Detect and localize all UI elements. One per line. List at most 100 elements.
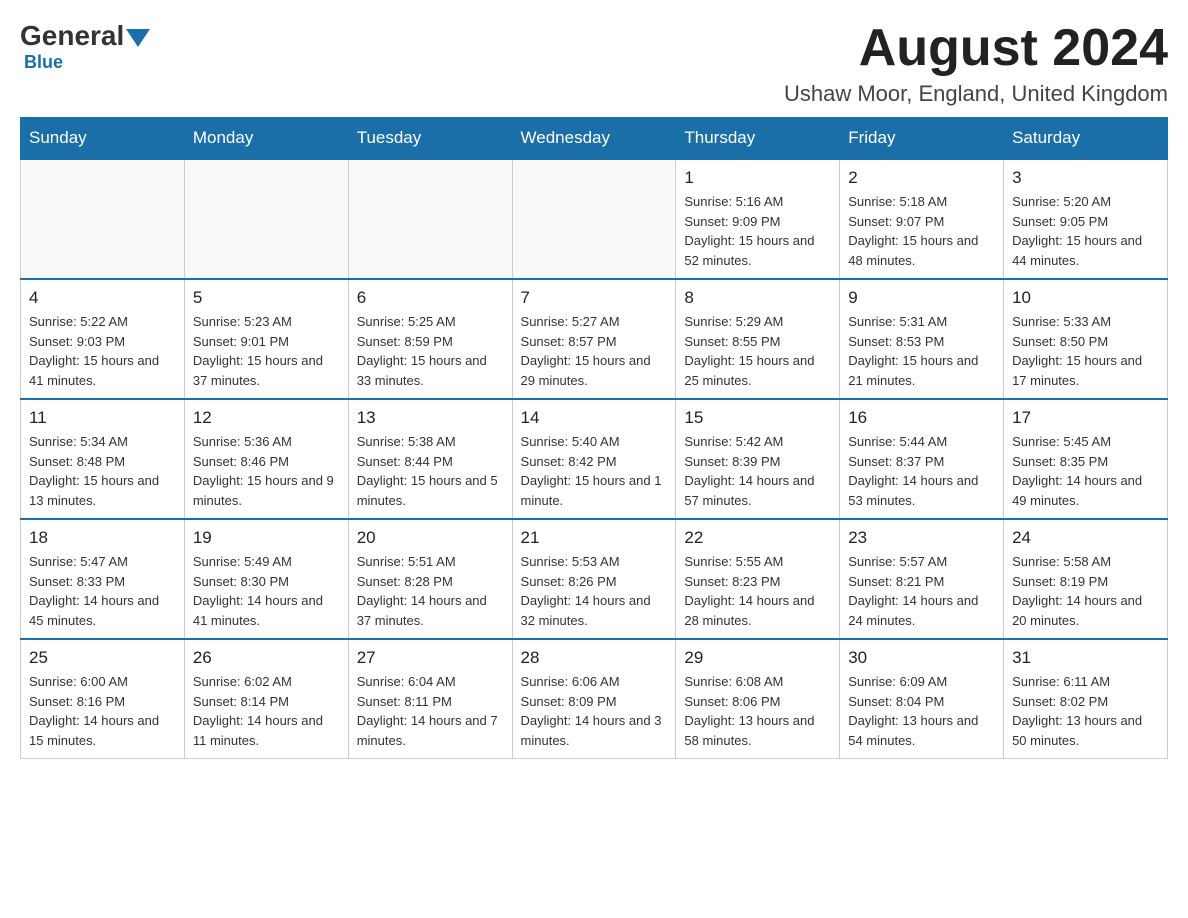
day-number: 8 bbox=[684, 288, 831, 308]
day-info: Sunrise: 5:20 AMSunset: 9:05 PMDaylight:… bbox=[1012, 192, 1159, 270]
day-info: Sunrise: 5:16 AMSunset: 9:09 PMDaylight:… bbox=[684, 192, 831, 270]
header-saturday: Saturday bbox=[1004, 118, 1168, 160]
day-info: Sunrise: 5:49 AMSunset: 8:30 PMDaylight:… bbox=[193, 552, 340, 630]
day-number: 29 bbox=[684, 648, 831, 668]
day-info: Sunrise: 5:33 AMSunset: 8:50 PMDaylight:… bbox=[1012, 312, 1159, 390]
day-info: Sunrise: 6:11 AMSunset: 8:02 PMDaylight:… bbox=[1012, 672, 1159, 750]
day-number: 6 bbox=[357, 288, 504, 308]
day-number: 23 bbox=[848, 528, 995, 548]
calendar-day-cell: 4 Sunrise: 5:22 AMSunset: 9:03 PMDaylight… bbox=[21, 279, 185, 399]
calendar-day-cell: 13Sunrise: 5:38 AMSunset: 8:44 PMDayligh… bbox=[348, 399, 512, 519]
day-number: 20 bbox=[357, 528, 504, 548]
day-info: Sunrise: 6:08 AMSunset: 8:06 PMDaylight:… bbox=[684, 672, 831, 750]
calendar-day-cell: 24Sunrise: 5:58 AMSunset: 8:19 PMDayligh… bbox=[1004, 519, 1168, 639]
calendar-day-cell: 2 Sunrise: 5:18 AMSunset: 9:07 PMDaylight… bbox=[840, 159, 1004, 279]
day-info: Sunrise: 5:58 AMSunset: 8:19 PMDaylight:… bbox=[1012, 552, 1159, 630]
calendar-day-cell: 19 Sunrise: 5:49 AMSunset: 8:30 PMDayligh… bbox=[184, 519, 348, 639]
day-number: 17 bbox=[1012, 408, 1159, 428]
header-friday: Friday bbox=[840, 118, 1004, 160]
calendar-day-cell: 5 Sunrise: 5:23 AMSunset: 9:01 PMDaylight… bbox=[184, 279, 348, 399]
day-info: Sunrise: 5:53 AMSunset: 8:26 PMDaylight:… bbox=[521, 552, 668, 630]
calendar-day-cell: 21 Sunrise: 5:53 AMSunset: 8:26 PMDayligh… bbox=[512, 519, 676, 639]
calendar-day-cell bbox=[184, 159, 348, 279]
calendar-day-cell: 15 Sunrise: 5:42 AMSunset: 8:39 PMDayligh… bbox=[676, 399, 840, 519]
calendar-day-cell: 10Sunrise: 5:33 AMSunset: 8:50 PMDayligh… bbox=[1004, 279, 1168, 399]
month-title: August 2024 bbox=[784, 20, 1168, 77]
header-tuesday: Tuesday bbox=[348, 118, 512, 160]
day-number: 4 bbox=[29, 288, 176, 308]
calendar-day-cell: 14Sunrise: 5:40 AMSunset: 8:42 PMDayligh… bbox=[512, 399, 676, 519]
day-number: 27 bbox=[357, 648, 504, 668]
day-info: Sunrise: 5:45 AMSunset: 8:35 PMDaylight:… bbox=[1012, 432, 1159, 510]
calendar-day-cell: 30Sunrise: 6:09 AMSunset: 8:04 PMDayligh… bbox=[840, 639, 1004, 759]
day-info: Sunrise: 5:18 AMSunset: 9:07 PMDaylight:… bbox=[848, 192, 995, 270]
day-number: 26 bbox=[193, 648, 340, 668]
day-info: Sunrise: 5:42 AMSunset: 8:39 PMDaylight:… bbox=[684, 432, 831, 510]
calendar-day-cell: 3 Sunrise: 5:20 AMSunset: 9:05 PMDaylight… bbox=[1004, 159, 1168, 279]
day-number: 28 bbox=[521, 648, 668, 668]
logo-blue-text: Blue bbox=[24, 52, 152, 73]
page-header: General Blue August 2024 Ushaw Moor, Eng… bbox=[20, 20, 1168, 107]
calendar-day-cell: 17 Sunrise: 5:45 AMSunset: 8:35 PMDayligh… bbox=[1004, 399, 1168, 519]
calendar-day-cell: 18 Sunrise: 5:47 AMSunset: 8:33 PMDayligh… bbox=[21, 519, 185, 639]
day-info: Sunrise: 5:27 AMSunset: 8:57 PMDaylight:… bbox=[521, 312, 668, 390]
calendar-day-cell: 20 Sunrise: 5:51 AMSunset: 8:28 PMDayligh… bbox=[348, 519, 512, 639]
calendar-week-row: 4 Sunrise: 5:22 AMSunset: 9:03 PMDaylight… bbox=[21, 279, 1168, 399]
day-info: Sunrise: 5:23 AMSunset: 9:01 PMDaylight:… bbox=[193, 312, 340, 390]
day-info: Sunrise: 5:25 AMSunset: 8:59 PMDaylight:… bbox=[357, 312, 504, 390]
day-info: Sunrise: 6:06 AMSunset: 8:09 PMDaylight:… bbox=[521, 672, 668, 750]
logo-general-text: General bbox=[20, 20, 124, 52]
day-info: Sunrise: 5:57 AMSunset: 8:21 PMDaylight:… bbox=[848, 552, 995, 630]
day-info: Sunrise: 6:04 AMSunset: 8:11 PMDaylight:… bbox=[357, 672, 504, 750]
day-number: 2 bbox=[848, 168, 995, 188]
day-info: Sunrise: 5:31 AMSunset: 8:53 PMDaylight:… bbox=[848, 312, 995, 390]
calendar-day-cell bbox=[512, 159, 676, 279]
calendar-day-cell: 31Sunrise: 6:11 AMSunset: 8:02 PMDayligh… bbox=[1004, 639, 1168, 759]
day-info: Sunrise: 5:47 AMSunset: 8:33 PMDaylight:… bbox=[29, 552, 176, 630]
day-info: Sunrise: 6:00 AMSunset: 8:16 PMDaylight:… bbox=[29, 672, 176, 750]
day-number: 21 bbox=[521, 528, 668, 548]
header-sunday: Sunday bbox=[21, 118, 185, 160]
day-number: 30 bbox=[848, 648, 995, 668]
day-info: Sunrise: 5:29 AMSunset: 8:55 PMDaylight:… bbox=[684, 312, 831, 390]
calendar-day-cell: 28 Sunrise: 6:06 AMSunset: 8:09 PMDayligh… bbox=[512, 639, 676, 759]
calendar-day-cell: 29 Sunrise: 6:08 AMSunset: 8:06 PMDayligh… bbox=[676, 639, 840, 759]
day-number: 5 bbox=[193, 288, 340, 308]
calendar-day-cell: 22Sunrise: 5:55 AMSunset: 8:23 PMDayligh… bbox=[676, 519, 840, 639]
calendar-week-row: 25 Sunrise: 6:00 AMSunset: 8:16 PMDayligh… bbox=[21, 639, 1168, 759]
day-number: 15 bbox=[684, 408, 831, 428]
day-number: 1 bbox=[684, 168, 831, 188]
day-info: Sunrise: 6:02 AMSunset: 8:14 PMDaylight:… bbox=[193, 672, 340, 750]
day-number: 9 bbox=[848, 288, 995, 308]
calendar-day-cell: 9 Sunrise: 5:31 AMSunset: 8:53 PMDaylight… bbox=[840, 279, 1004, 399]
day-number: 25 bbox=[29, 648, 176, 668]
calendar-week-row: 18 Sunrise: 5:47 AMSunset: 8:33 PMDayligh… bbox=[21, 519, 1168, 639]
day-number: 3 bbox=[1012, 168, 1159, 188]
calendar-day-cell: 8 Sunrise: 5:29 AMSunset: 8:55 PMDaylight… bbox=[676, 279, 840, 399]
calendar-day-cell: 6 Sunrise: 5:25 AMSunset: 8:59 PMDaylight… bbox=[348, 279, 512, 399]
location-text: Ushaw Moor, England, United Kingdom bbox=[784, 81, 1168, 107]
day-number: 19 bbox=[193, 528, 340, 548]
header-monday: Monday bbox=[184, 118, 348, 160]
header-wednesday: Wednesday bbox=[512, 118, 676, 160]
calendar-day-cell: 11Sunrise: 5:34 AMSunset: 8:48 PMDayligh… bbox=[21, 399, 185, 519]
calendar-day-cell: 12Sunrise: 5:36 AMSunset: 8:46 PMDayligh… bbox=[184, 399, 348, 519]
day-info: Sunrise: 5:44 AMSunset: 8:37 PMDaylight:… bbox=[848, 432, 995, 510]
calendar-header-row: Sunday Monday Tuesday Wednesday Thursday… bbox=[21, 118, 1168, 160]
calendar-day-cell: 26 Sunrise: 6:02 AMSunset: 8:14 PMDayligh… bbox=[184, 639, 348, 759]
calendar-day-cell: 16Sunrise: 5:44 AMSunset: 8:37 PMDayligh… bbox=[840, 399, 1004, 519]
day-info: Sunrise: 5:22 AMSunset: 9:03 PMDaylight:… bbox=[29, 312, 176, 390]
header-thursday: Thursday bbox=[676, 118, 840, 160]
calendar-week-row: 11Sunrise: 5:34 AMSunset: 8:48 PMDayligh… bbox=[21, 399, 1168, 519]
day-number: 7 bbox=[521, 288, 668, 308]
calendar-day-cell: 7 Sunrise: 5:27 AMSunset: 8:57 PMDaylight… bbox=[512, 279, 676, 399]
calendar-day-cell: 23 Sunrise: 5:57 AMSunset: 8:21 PMDayligh… bbox=[840, 519, 1004, 639]
day-number: 13 bbox=[357, 408, 504, 428]
day-info: Sunrise: 5:51 AMSunset: 8:28 PMDaylight:… bbox=[357, 552, 504, 630]
day-number: 18 bbox=[29, 528, 176, 548]
day-number: 12 bbox=[193, 408, 340, 428]
day-info: Sunrise: 5:55 AMSunset: 8:23 PMDaylight:… bbox=[684, 552, 831, 630]
calendar-table: Sunday Monday Tuesday Wednesday Thursday… bbox=[20, 117, 1168, 759]
calendar-day-cell bbox=[348, 159, 512, 279]
calendar-day-cell: 25 Sunrise: 6:00 AMSunset: 8:16 PMDayligh… bbox=[21, 639, 185, 759]
